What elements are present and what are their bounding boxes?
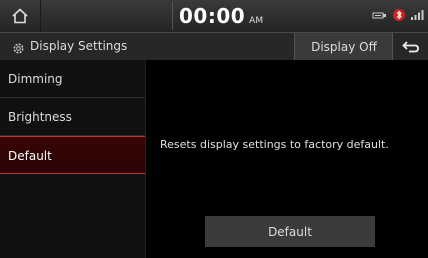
header-bar: Display Settings Display Off	[0, 33, 428, 60]
default-button[interactable]: Default	[205, 216, 375, 247]
status-bar: 00:00 AM	[0, 0, 428, 33]
back-arrow-icon	[402, 40, 419, 52]
content-panel: Resets display settings to factory defau…	[146, 60, 428, 258]
sidebar-item-default[interactable]: Default	[0, 136, 145, 174]
back-button[interactable]	[392, 33, 428, 60]
clock-time: 00:00	[179, 4, 246, 28]
sidebar-item-label: Dimming	[8, 72, 63, 86]
home-button[interactable]	[0, 0, 41, 32]
home-icon	[12, 8, 28, 24]
sidebar-item-dimming[interactable]: Dimming	[0, 60, 145, 98]
clock: 00:00 AM	[172, 2, 263, 30]
settings-sidebar: Dimming Brightness Default	[0, 60, 146, 258]
bluetooth-icon	[393, 9, 405, 21]
description-text: Resets display settings to factory defau…	[160, 138, 389, 151]
clock-ampm: AM	[249, 16, 264, 26]
gear-icon	[12, 40, 25, 54]
signal-icon	[411, 10, 424, 20]
usb-icon	[372, 12, 386, 19]
sidebar-item-label: Brightness	[8, 110, 72, 124]
sidebar-item-brightness[interactable]: Brightness	[0, 98, 145, 136]
sidebar-item-label: Default	[8, 149, 52, 163]
page-title: Display Settings	[30, 39, 128, 53]
status-icons	[372, 8, 424, 22]
display-off-button[interactable]: Display Off	[294, 33, 393, 60]
